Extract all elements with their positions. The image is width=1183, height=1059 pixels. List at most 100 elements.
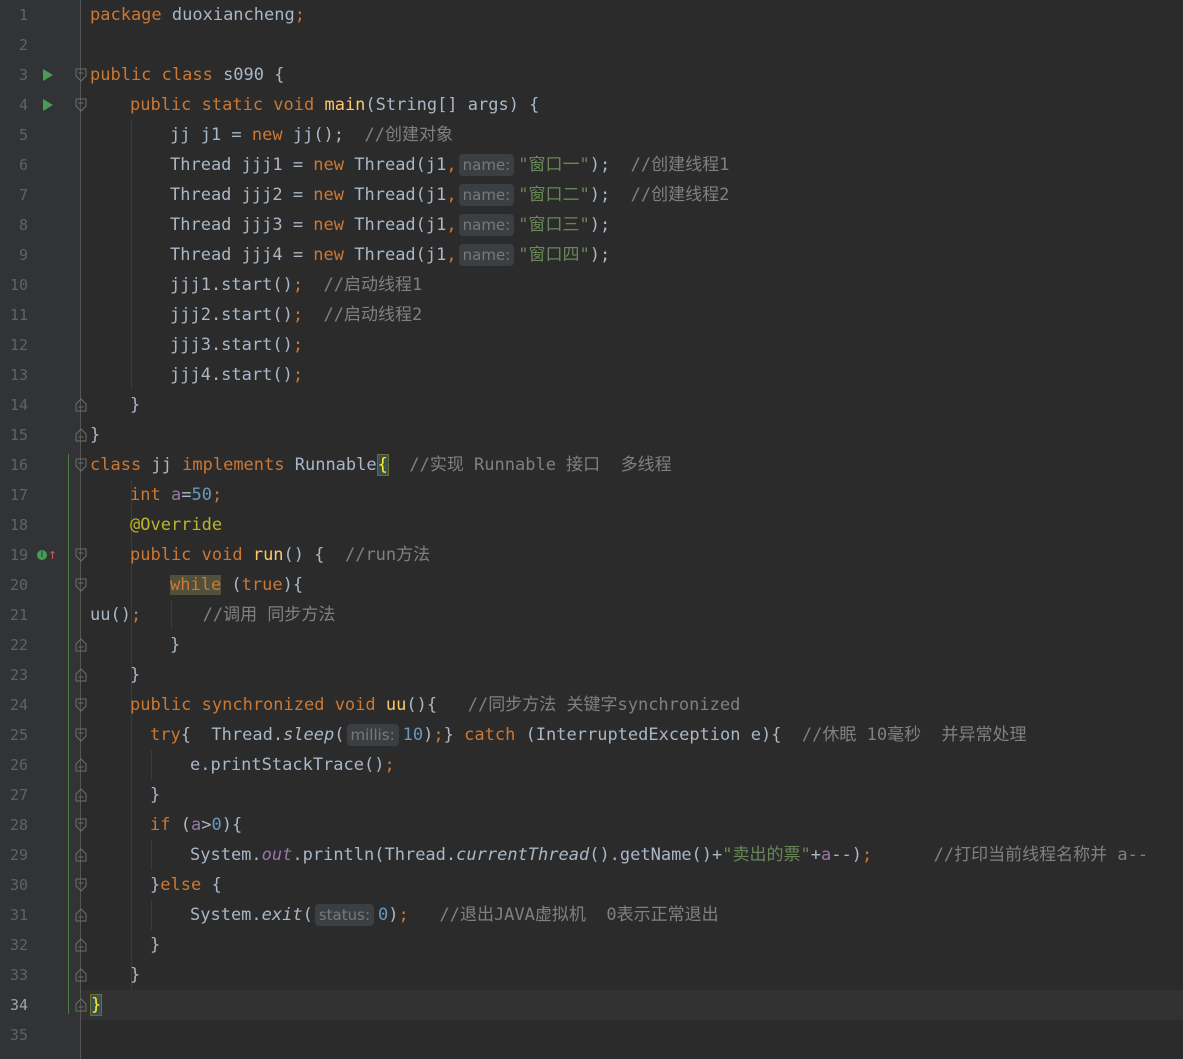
fold-end-icon[interactable] bbox=[75, 668, 87, 682]
annotation: @Override bbox=[130, 515, 223, 535]
keyword: class bbox=[90, 455, 152, 475]
keyword: new bbox=[313, 245, 355, 265]
code-line[interactable]: e.printStackTrace(); bbox=[81, 750, 1183, 780]
code-line[interactable]: } bbox=[81, 660, 1183, 690]
code-line-text: } bbox=[130, 960, 140, 990]
code-line[interactable]: class jj implements Runnable{ //实现 Runna… bbox=[81, 450, 1183, 480]
fold-collapse-icon[interactable] bbox=[75, 548, 87, 562]
fold-collapse-icon[interactable] bbox=[75, 698, 87, 712]
code-line[interactable]: jjj4.start(); bbox=[81, 360, 1183, 390]
implements-method-icon[interactable]: I bbox=[37, 550, 47, 560]
fold-end-icon[interactable] bbox=[75, 998, 87, 1012]
brace: } bbox=[170, 635, 181, 655]
override-arrow-icon[interactable]: ↑ bbox=[48, 544, 57, 564]
fold-collapse-icon[interactable] bbox=[75, 578, 87, 592]
fold-collapse-icon[interactable] bbox=[75, 728, 87, 742]
fold-end-icon[interactable] bbox=[75, 848, 87, 862]
code-line[interactable]: jjj2.start(); //启动线程2 bbox=[81, 300, 1183, 330]
class-name: s090 { bbox=[223, 65, 285, 85]
code-line-text: jjj1.start(); //启动线程1 bbox=[170, 270, 422, 300]
code-line[interactable]: System.out.println(Thread.currentThread(… bbox=[81, 840, 1183, 870]
fold-end-icon[interactable] bbox=[75, 908, 87, 922]
line-number: 17 bbox=[9, 486, 28, 504]
comment: //启动线程2 bbox=[303, 305, 423, 325]
code-line[interactable]: package duoxiancheng; bbox=[81, 0, 1183, 30]
code-line-text: public static void main(String[] args) { bbox=[130, 90, 539, 120]
code-line[interactable]: @Override bbox=[81, 510, 1183, 540]
fold-collapse-icon[interactable] bbox=[75, 98, 87, 112]
code-line[interactable]: System.exit(status: 0); //退出JAVA虚拟机 0表示正常… bbox=[81, 900, 1183, 930]
fold-collapse-icon[interactable] bbox=[75, 818, 87, 832]
gutter-row: 35 bbox=[0, 1020, 80, 1050]
code-line[interactable]: public void run() { //run方法 bbox=[81, 540, 1183, 570]
code-line[interactable]: Thread jjj4 = new Thread(j1, name: "窗口四"); bbox=[81, 240, 1183, 270]
code-line[interactable]: }else { bbox=[81, 870, 1183, 900]
code-area[interactable]: package duoxiancheng; public class s090 {… bbox=[81, 0, 1183, 1059]
code-line[interactable]: int a=50; bbox=[81, 480, 1183, 510]
code-text: ){ bbox=[282, 575, 304, 595]
fold-end-icon[interactable] bbox=[75, 788, 87, 802]
fold-end-icon[interactable] bbox=[75, 938, 87, 952]
code-line[interactable]: if (a>0){ bbox=[81, 810, 1183, 840]
code-line[interactable]: Thread jjj2 = new Thread(j1, name: "窗口二");… bbox=[81, 180, 1183, 210]
fold-collapse-icon[interactable] bbox=[75, 458, 87, 472]
comma: , bbox=[446, 215, 457, 235]
code-line[interactable]: } bbox=[81, 780, 1183, 810]
line-number: 5 bbox=[18, 126, 28, 144]
gutter-row: 8 bbox=[0, 210, 80, 240]
code-line[interactable]: public class s090 { bbox=[81, 60, 1183, 90]
code-line[interactable]: while (true){ bbox=[81, 570, 1183, 600]
fold-end-icon[interactable] bbox=[75, 428, 87, 442]
code-editor[interactable]: package duoxiancheng; public class s090 {… bbox=[0, 0, 1183, 1059]
method-name: main bbox=[324, 95, 366, 115]
code-text: uu() bbox=[90, 605, 131, 625]
keyword: catch bbox=[464, 725, 526, 745]
code-text: ){ bbox=[221, 815, 243, 835]
string-literal: "卖出的票" bbox=[722, 845, 811, 865]
line-number: 25 bbox=[9, 726, 28, 744]
code-line[interactable]: jjj3.start(); bbox=[81, 330, 1183, 360]
code-line[interactable]: public static void main(String[] args) { bbox=[81, 90, 1183, 120]
fold-end-icon[interactable] bbox=[75, 638, 87, 652]
matched-brace: } bbox=[90, 994, 103, 1016]
package-name: duoxiancheng bbox=[161, 5, 295, 25]
code-line-text: } bbox=[150, 930, 160, 960]
code-text: jj j1 = bbox=[170, 125, 252, 145]
code-line[interactable]: jjj1.start(); //启动线程1 bbox=[81, 270, 1183, 300]
code-line[interactable]: public synchronized void uu(){ //同步方法 关键… bbox=[81, 690, 1183, 720]
code-line[interactable]: uu(); //调用 同步方法 bbox=[81, 600, 1183, 630]
code-line[interactable]: } bbox=[81, 990, 1183, 1020]
gutter-row: 10 bbox=[0, 270, 80, 300]
line-number: 2 bbox=[18, 36, 28, 54]
fold-collapse-icon[interactable] bbox=[75, 68, 87, 82]
gutter-row: 6 bbox=[0, 150, 80, 180]
fold-end-icon[interactable] bbox=[75, 758, 87, 772]
run-icon[interactable] bbox=[43, 69, 53, 81]
fold-end-icon[interactable] bbox=[75, 968, 87, 982]
code-text: ); bbox=[589, 155, 611, 175]
code-line[interactable]: } bbox=[81, 420, 1183, 450]
run-icon[interactable] bbox=[43, 99, 53, 111]
interface-name: Runnable bbox=[294, 455, 377, 475]
code-line-text: } bbox=[150, 780, 160, 810]
code-line-text: jj j1 = new jj(); //创建对象 bbox=[170, 120, 453, 150]
code-line[interactable]: Thread jjj1 = new Thread(j1, name: "窗口一");… bbox=[81, 150, 1183, 180]
code-line[interactable]: jj j1 = new jj(); //创建对象 bbox=[81, 120, 1183, 150]
code-line[interactable]: } bbox=[81, 960, 1183, 990]
comment: //同步方法 关键字synchronized bbox=[437, 695, 741, 715]
keyword: public void bbox=[130, 545, 253, 565]
code-line[interactable]: } bbox=[81, 930, 1183, 960]
code-line[interactable]: Thread jjj3 = new Thread(j1, name: "窗口三"); bbox=[81, 210, 1183, 240]
operator: + bbox=[810, 845, 821, 865]
line-number: 29 bbox=[9, 846, 28, 864]
code-line[interactable]: } bbox=[81, 630, 1183, 660]
code-text: ( bbox=[180, 815, 191, 835]
semicolon: ; bbox=[398, 905, 409, 925]
fold-collapse-icon[interactable] bbox=[75, 878, 87, 892]
code-line-text: Thread jjj3 = new Thread(j1, name: "窗口三"); bbox=[170, 210, 610, 240]
code-line[interactable]: } bbox=[81, 390, 1183, 420]
fold-end-icon[interactable] bbox=[75, 398, 87, 412]
code-text: ) bbox=[423, 725, 434, 745]
code-line[interactable]: try{ Thread.sleep(millis: 10);} catch (In… bbox=[81, 720, 1183, 750]
gutter-row: 9 bbox=[0, 240, 80, 270]
